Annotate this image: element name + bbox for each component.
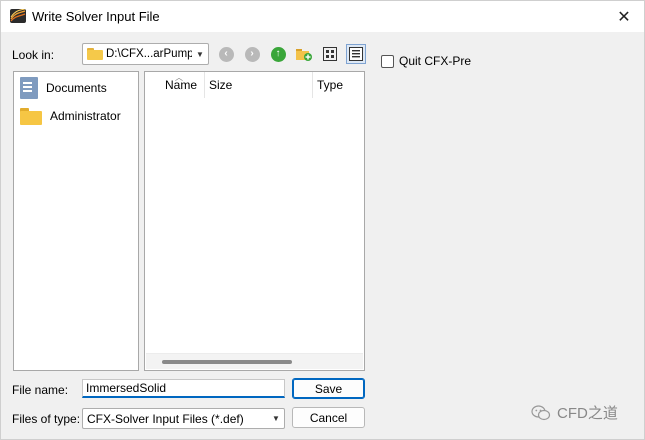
sidebar-item-label: Administrator	[50, 109, 121, 123]
horizontal-scrollbar[interactable]	[146, 353, 363, 369]
scrollbar-thumb[interactable]	[162, 360, 292, 364]
close-icon: ✕	[617, 9, 631, 26]
dialog-window: Write Solver Input File ✕ Look in: D:\CF…	[0, 0, 645, 440]
wechat-icon	[531, 404, 551, 420]
watermark-text: CFD之道	[557, 405, 618, 422]
folder-icon	[87, 48, 103, 60]
sidebar-item-label: Documents	[46, 81, 107, 95]
watermark: CFD之道	[531, 402, 618, 423]
column-header-label: Type	[317, 78, 344, 92]
file-type-value: CFX-Solver Input Files (*.def)	[87, 411, 244, 426]
file-type-label: Files of type:	[12, 412, 81, 426]
dropdown-arrow-icon: ▼	[272, 414, 280, 423]
look-in-label: Look in:	[12, 48, 55, 62]
sidebar-item-documents[interactable]: Documents	[20, 76, 134, 100]
dropdown-arrow-icon: ▼	[196, 49, 204, 59]
up-folder-button[interactable]: ↑	[268, 44, 288, 64]
save-button[interactable]: Save	[292, 378, 365, 399]
new-folder-button[interactable]	[294, 44, 314, 64]
back-button[interactable]: ‹	[216, 44, 236, 64]
new-folder-icon	[296, 49, 312, 61]
folder-icon	[20, 107, 42, 125]
file-name-label: File name:	[12, 383, 69, 397]
quit-cfx-pre-checkbox[interactable]: Quit CFX-Pre	[381, 54, 471, 68]
column-header-size[interactable]: Size	[205, 72, 313, 98]
window-title: Write Solver Input File	[32, 9, 160, 24]
checkbox-box[interactable]	[381, 54, 394, 68]
file-name-input[interactable]	[82, 379, 285, 398]
close-button[interactable]: ✕	[612, 6, 636, 28]
sidebar-item-administrator[interactable]: Administrator	[20, 104, 134, 128]
places-sidebar: Documents Administrator	[13, 71, 139, 371]
look-in-value: D:\CFX...arPump	[106, 48, 192, 60]
documents-icon	[20, 77, 38, 99]
cfx-app-icon	[10, 9, 26, 23]
file-list-view[interactable]: ︿ Name Size Type	[144, 71, 365, 371]
title-bar: Write Solver Input File ✕	[1, 1, 644, 32]
column-header-type[interactable]: Type	[313, 72, 365, 98]
file-type-combobox[interactable]: CFX-Solver Input Files (*.def) ▼	[82, 408, 285, 429]
column-header-name[interactable]: Name	[161, 72, 205, 98]
quit-cfx-pre-label: Quit CFX-Pre	[399, 54, 472, 68]
list-view-icon	[323, 47, 337, 61]
forward-icon: ›	[244, 46, 260, 62]
detail-view-button[interactable]	[346, 44, 366, 64]
column-header-label: Name	[165, 78, 198, 92]
cancel-button[interactable]: Cancel	[292, 407, 365, 428]
look-in-combobox[interactable]: D:\CFX...arPump ▼	[82, 43, 209, 65]
detail-view-icon	[349, 47, 363, 61]
forward-button[interactable]: ›	[242, 44, 262, 64]
up-folder-icon: ↑	[270, 46, 286, 62]
list-view-button[interactable]	[320, 44, 340, 64]
back-icon: ‹	[218, 46, 234, 62]
column-header-label: Size	[209, 78, 233, 92]
